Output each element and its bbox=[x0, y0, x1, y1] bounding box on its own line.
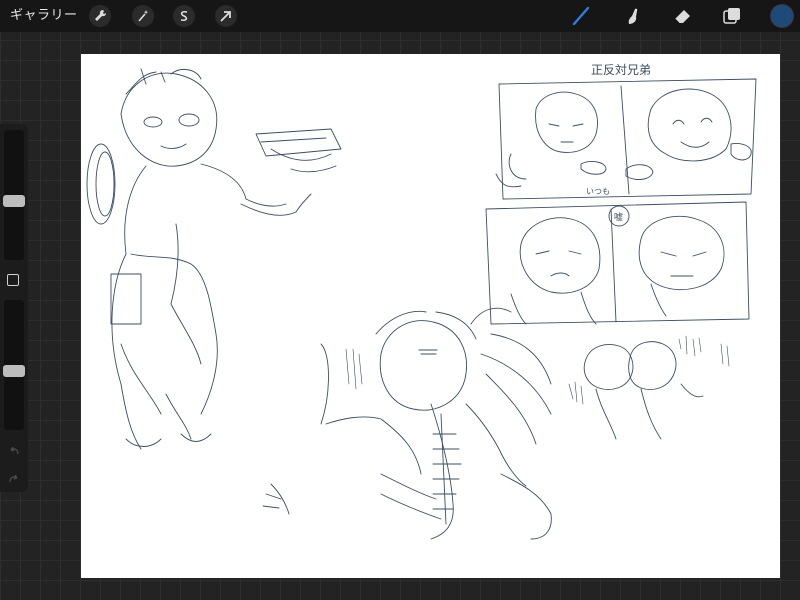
transform-button[interactable] bbox=[215, 5, 237, 27]
selection-button[interactable] bbox=[173, 5, 195, 27]
selection-icon bbox=[180, 11, 188, 21]
sketch-bubble-text-itsumo: いつも bbox=[586, 187, 610, 196]
smudge-button[interactable] bbox=[619, 4, 645, 28]
sketch-character-1 bbox=[86, 68, 342, 450]
sketch-bubble-text-uso: 嘘 bbox=[614, 211, 623, 223]
wrench-icon bbox=[95, 9, 107, 21]
opacity-handle[interactable] bbox=[3, 365, 25, 377]
redo-icon[interactable] bbox=[7, 472, 21, 486]
gallery-button[interactable]: ギャラリー bbox=[10, 0, 78, 32]
color-picker-button[interactable] bbox=[771, 5, 793, 27]
magic-wand-icon bbox=[138, 10, 149, 22]
brush-icon bbox=[572, 6, 590, 26]
transform-arrow-icon bbox=[220, 11, 231, 22]
actions-button[interactable] bbox=[89, 5, 111, 27]
opacity-slider[interactable] bbox=[3, 300, 25, 430]
sketch-character-small bbox=[583, 341, 704, 440]
sketch-comic-panel-1 bbox=[495, 78, 757, 200]
eraser-button[interactable] bbox=[670, 4, 696, 28]
modify-button[interactable] bbox=[7, 274, 19, 286]
sketch-title-text: 正反対兄弟 bbox=[591, 63, 651, 77]
eraser-icon bbox=[674, 10, 690, 24]
layers-button[interactable] bbox=[719, 4, 745, 28]
undo-icon[interactable] bbox=[7, 444, 21, 458]
drawing-canvas[interactable]: 正反対兄弟 いつも 嘘 bbox=[81, 54, 780, 578]
sketch-handwriting bbox=[345, 335, 730, 405]
smudge-icon bbox=[628, 8, 638, 24]
top-toolbar: ギャラリー bbox=[0, 0, 800, 32]
sketch-artwork: 正反対兄弟 いつも 嘘 bbox=[86, 63, 757, 540]
brush-size-slider[interactable] bbox=[3, 130, 25, 260]
brush-size-handle[interactable] bbox=[3, 195, 25, 207]
adjustments-button[interactable] bbox=[132, 5, 154, 27]
layers-icon bbox=[723, 8, 740, 24]
sketch-character-3 bbox=[262, 307, 552, 540]
brush-button[interactable] bbox=[568, 4, 594, 28]
left-sidebar bbox=[0, 124, 28, 492]
